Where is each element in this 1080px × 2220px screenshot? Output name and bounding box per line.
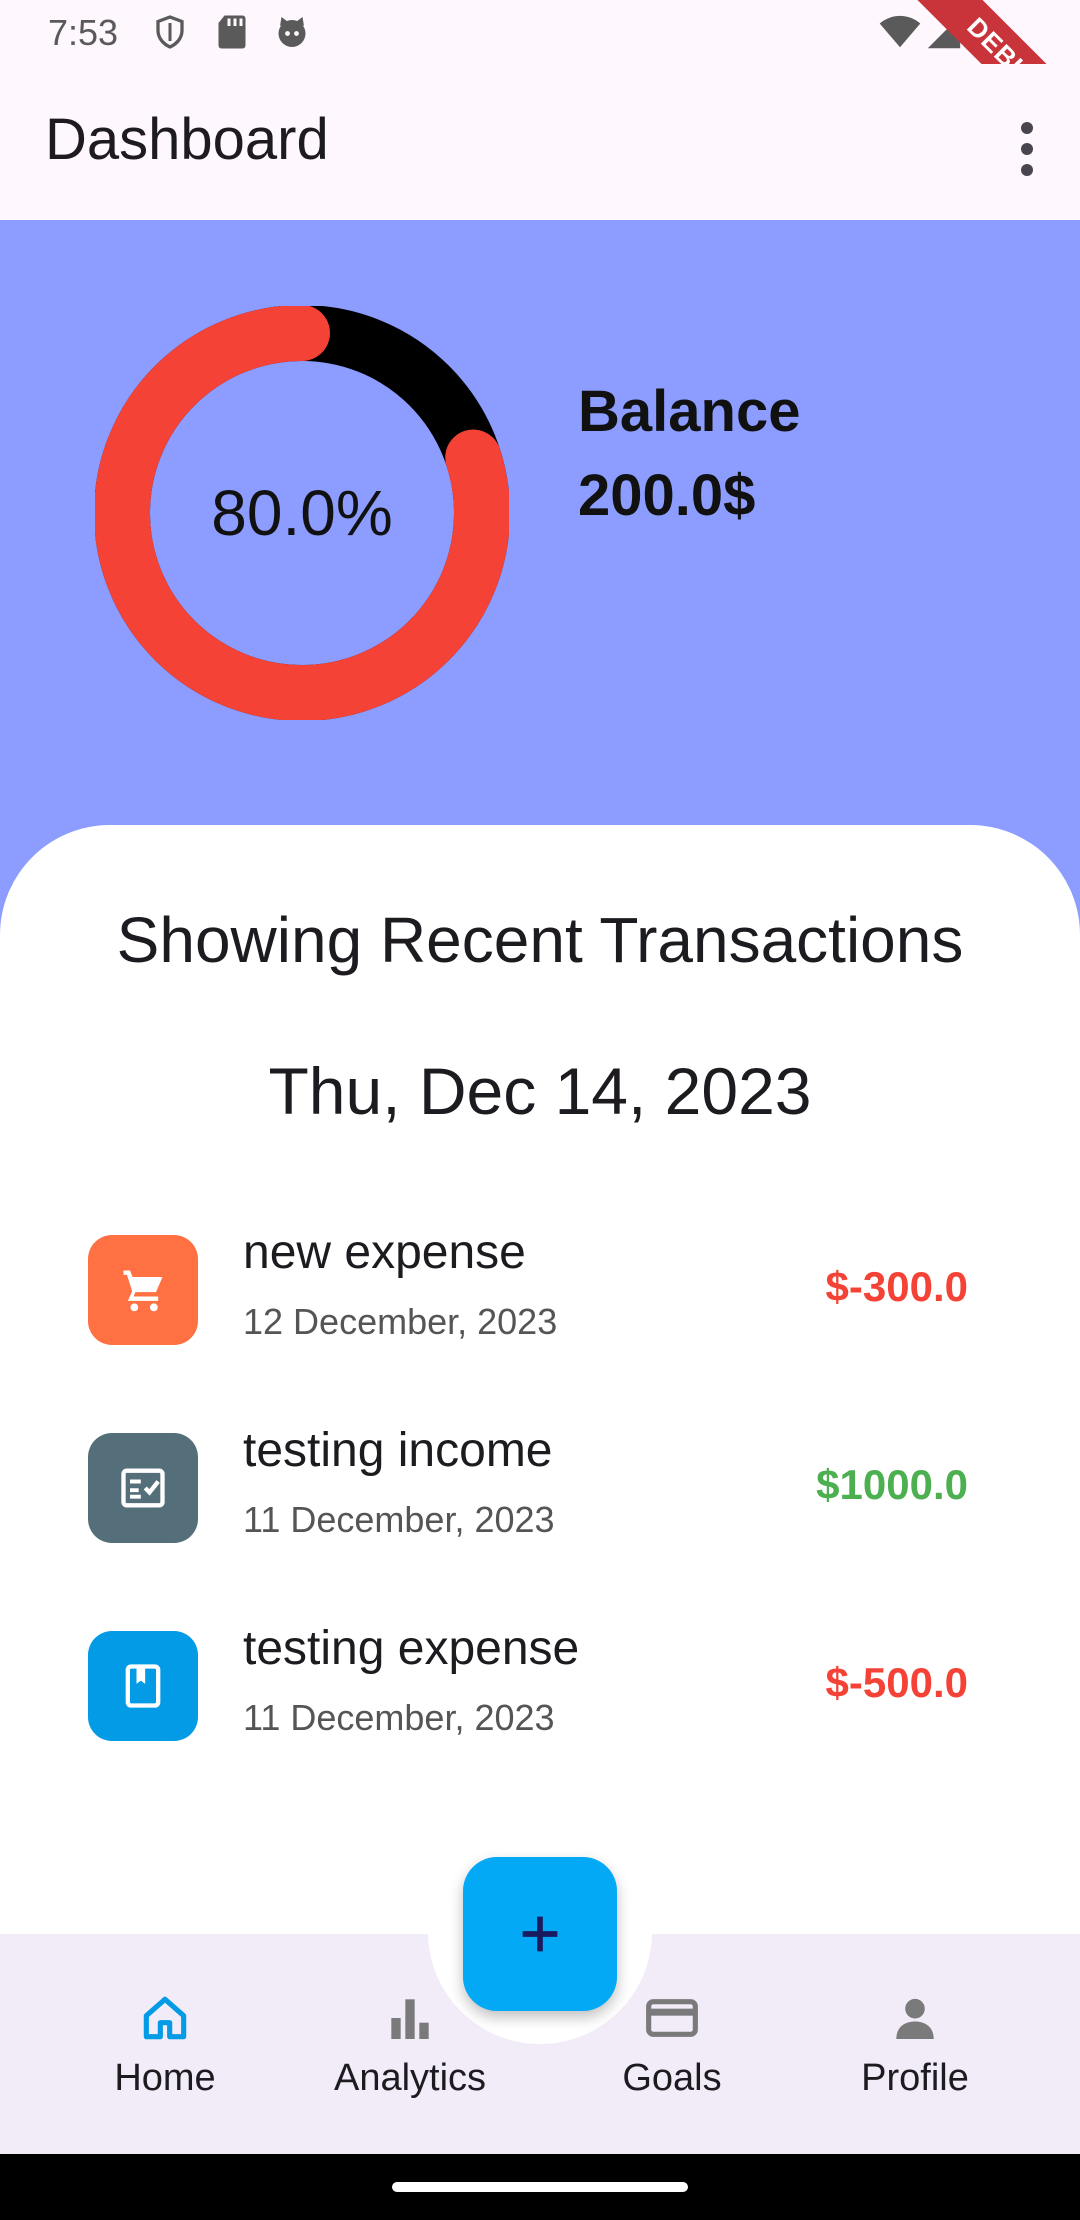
page-title: Dashboard xyxy=(45,107,329,172)
nav-item-goals[interactable]: Goals xyxy=(572,1990,772,2100)
system-gesture-bar xyxy=(0,2154,1080,2220)
transaction-name: testing expense xyxy=(243,1622,580,1675)
status-bar: 7:53 DEBUG xyxy=(0,0,1080,155)
nav-label-profile: Profile xyxy=(861,2057,969,2099)
transaction-date: 11 December, 2023 xyxy=(243,1499,555,1540)
app-bar: Dashboard xyxy=(0,64,1080,220)
nav-item-home[interactable]: Home xyxy=(65,1990,265,2100)
nav-item-profile[interactable]: Profile xyxy=(815,1990,1015,2100)
transaction-name: new expense xyxy=(243,1226,526,1279)
balance-title: Balance xyxy=(578,379,801,444)
gesture-handle[interactable] xyxy=(392,2182,688,2192)
wifi-icon xyxy=(878,14,922,55)
transaction-icon-badge xyxy=(88,1235,198,1345)
cart-icon xyxy=(123,1270,163,1312)
nav-label-home: Home xyxy=(114,2057,216,2099)
transaction-date: 12 December, 2023 xyxy=(243,1301,558,1342)
balance-value: 200.0$ xyxy=(578,463,756,528)
nav-label-goals: Goals xyxy=(622,2057,722,2099)
credit-card-icon xyxy=(646,1999,698,2037)
transactions-date: Thu, Dec 14, 2023 xyxy=(268,1054,812,1128)
more-options-button[interactable] xyxy=(1002,114,1052,184)
transactions-sheet: Showing Recent Transactions Thu, Dec 14,… xyxy=(0,825,1080,1935)
person-icon xyxy=(896,1998,934,2039)
transaction-item[interactable]: testing expense 11 December, 2023 $-500.… xyxy=(88,1621,968,1741)
checklist-icon xyxy=(121,1468,165,1508)
plus-icon xyxy=(522,1916,558,1952)
transaction-amount: $1000.0 xyxy=(816,1461,968,1508)
transaction-amount: $-300.0 xyxy=(825,1263,968,1310)
transaction-icon-badge xyxy=(88,1433,198,1543)
transaction-name: testing income xyxy=(243,1424,553,1477)
bar-chart-icon xyxy=(391,1999,429,2039)
more-vert-icon xyxy=(1021,122,1033,176)
transaction-item[interactable]: testing income 11 December, 2023 $1000.0 xyxy=(88,1423,968,1543)
nav-label-analytics: Analytics xyxy=(333,2057,487,2099)
transaction-item[interactable]: new expense 12 December, 2023 $-300.0 xyxy=(88,1225,968,1345)
transaction-icon-badge xyxy=(88,1631,198,1741)
sd-card-icon xyxy=(216,14,248,55)
add-transaction-fab[interactable] xyxy=(463,1857,617,2011)
transaction-amount: $-500.0 xyxy=(825,1659,968,1706)
donut-percent-label: 80.0% xyxy=(211,477,393,549)
book-icon xyxy=(125,1664,161,1708)
transactions-title: Showing Recent Transactions xyxy=(116,904,964,976)
status-time: 7:53 xyxy=(48,12,119,53)
transaction-date: 11 December, 2023 xyxy=(243,1697,555,1738)
home-icon xyxy=(143,1996,187,2040)
shield-icon xyxy=(152,14,188,55)
cat-face-icon xyxy=(274,14,310,55)
